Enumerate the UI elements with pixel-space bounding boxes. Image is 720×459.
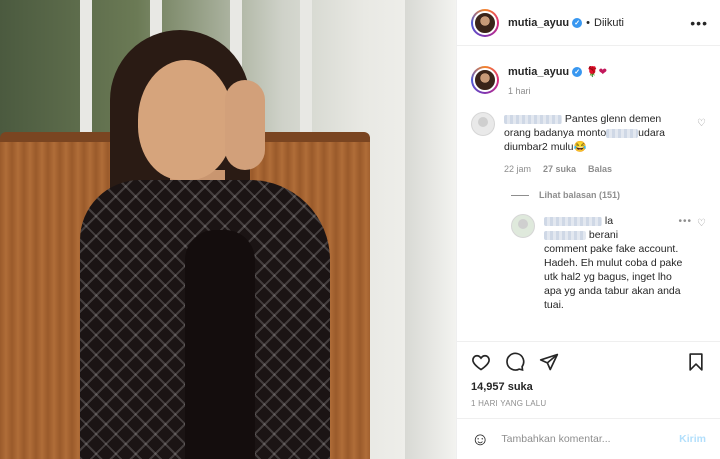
comment-composer: ☺ Kirim [457,418,720,459]
reply-more-options-icon[interactable]: ••• [678,216,692,227]
window-wall [405,0,456,459]
separator-dot: • [586,16,590,29]
post-comment-button[interactable]: Kirim [679,433,706,445]
comment-like-heart-icon[interactable]: ♡ [697,118,706,129]
post-date[interactable]: 1 HARI YANG LALU [457,393,720,408]
view-replies-label: Lihat balasan (151) [539,190,621,200]
caption-text: 🌹❤ [586,66,607,78]
redacted-text [606,128,639,138]
author-username[interactable]: mutia_ayuu [508,17,569,29]
caption-time[interactable]: 1 hari [508,86,607,96]
post-footer: 14,957 suka 1 HARI YANG LALU ☺ Kirim [457,341,720,459]
post-side-panel: mutia_ayuu ✓ • Diikuti ••• mutia_ayuu ✓ … [456,0,720,459]
post-actions [457,341,720,381]
verified-badge-icon: ✓ [572,67,583,77]
commenter-avatar[interactable] [471,112,495,136]
comment-text-part: orang badanya monto [504,127,607,139]
view-replies-button[interactable]: Lihat balasan (151) [511,190,706,200]
emoji-smiley-icon[interactable]: ☺ [471,429,489,450]
reply-avatar[interactable] [511,214,535,238]
more-options-icon[interactable]: ••• [690,15,708,31]
comment-time[interactable]: 22 jam [504,162,531,176]
share-paper-plane-icon[interactable] [539,352,559,372]
author-avatar[interactable] [471,8,499,37]
redacted-username [544,216,602,226]
likes-count[interactable]: 14,957 suka [457,381,720,393]
post-header: mutia_ayuu ✓ • Diikuti ••• [457,0,720,46]
comment-text-part: diumbar2 mulu😂 [504,141,587,153]
reply-text-part: comment pake fake account. Hadeh. Eh mul… [544,243,683,311]
comment-actions: 22 jam 27 suka Balas [504,162,694,176]
reply-text-part: la [604,215,614,227]
reply-like-heart-icon[interactable]: ♡ [697,218,706,229]
comment-likes[interactable]: 27 suka [543,162,576,176]
like-heart-icon[interactable] [471,352,491,372]
comment-input[interactable] [501,433,680,445]
post-photo[interactable] [0,0,456,459]
comments-list[interactable]: mutia_ayuu ✓ 🌹❤ 1 hari Pantes glenn deme… [457,46,720,348]
bookmark-icon[interactable] [686,352,706,372]
redacted-mention [544,230,586,240]
comment-text-part: udara [638,127,666,139]
reply-button[interactable]: Balas [588,162,612,176]
caption-avatar[interactable] [471,66,499,94]
verified-badge-icon: ✓ [572,17,583,28]
reply-item: la berani comment pake fake account. Had… [511,214,706,312]
comment-text-part: Pantes glenn demen [564,113,662,125]
caption-username[interactable]: mutia_ayuu [508,66,569,78]
reply-text-part: berani [588,229,619,241]
comment-item: Pantes glenn demen orang badanya monto ud… [471,112,706,176]
comment-bubble-icon[interactable] [505,352,525,372]
redacted-username [504,114,562,124]
post-caption: mutia_ayuu ✓ 🌹❤ 1 hari [471,66,706,96]
replies-divider [511,194,529,196]
follow-status-button[interactable]: Diikuti [594,17,624,29]
woman-figure [80,30,350,459]
